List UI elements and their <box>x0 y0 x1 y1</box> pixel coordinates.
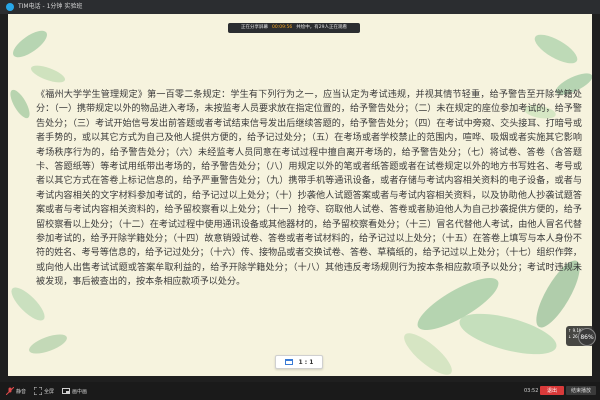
microphone-muted-icon <box>6 387 14 395</box>
fullscreen-button[interactable]: 全屏 <box>34 387 54 395</box>
shared-screen: 《福州大学学生管理规定》第一百零二条规定：学生有下列行为之一，应当认定为考试违规… <box>8 14 592 376</box>
app-logo-icon <box>6 3 14 11</box>
exit-button[interactable]: 退出 <box>540 386 564 395</box>
zoom-level[interactable]: 1 : 1 <box>299 359 314 366</box>
share-status: 正在分享屏幕 <box>241 25 269 30</box>
document-body-text: 《福州大学学生管理规定》第一百零二条规定：学生有下列行为之一，应当认定为考试违规… <box>36 90 582 288</box>
end-playback-button[interactable]: 结束播放 <box>566 386 596 395</box>
picture-in-picture-icon <box>62 388 71 394</box>
share-timer: 00:09:56 <box>272 25 293 30</box>
picture-in-picture-button[interactable]: 画中画 <box>62 387 87 395</box>
title-bar: TIM电话 - 1分钟 实验班 <box>0 0 600 14</box>
fullscreen-icon <box>34 387 43 395</box>
cpu-percent-badge: 86% <box>578 328 596 346</box>
mute-button[interactable]: 静音 <box>6 387 26 395</box>
share-viewers: 共绘中，有29人正在观看 <box>296 25 347 30</box>
screen-share-banner: 正在分享屏幕 00:09:56 共绘中，有29人正在观看 <box>228 23 360 33</box>
elapsed-time: 03:52 <box>524 388 539 394</box>
fit-screen-icon[interactable] <box>284 359 293 365</box>
window-title: TIM电话 - 1分钟 实验班 <box>18 3 83 10</box>
control-bar: 静音 全屏 画中画 <box>0 382 600 400</box>
zoom-control[interactable]: 1 : 1 <box>275 355 323 369</box>
